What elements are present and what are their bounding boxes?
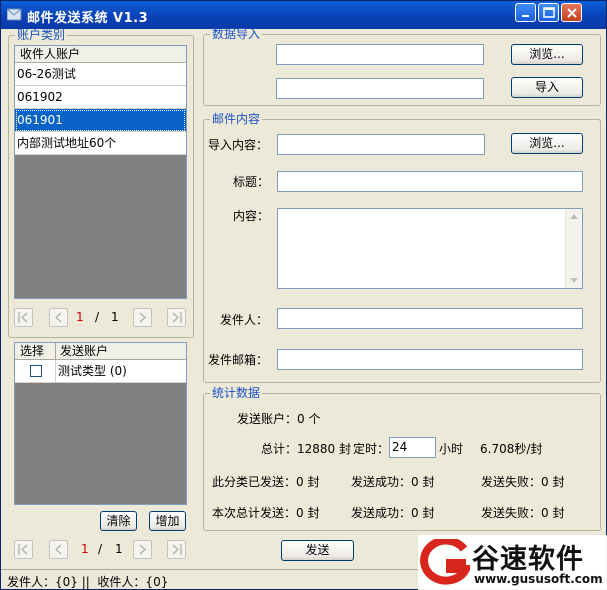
add-button[interactable]: 增加: [149, 511, 186, 531]
category-sent-count: 此分类已发送：0 封: [212, 475, 320, 489]
send-rate: 6.708秒/封: [480, 442, 543, 456]
total-count: 总计：12880 封: [261, 442, 351, 456]
content-label: 内容：: [233, 209, 270, 223]
app-icon: [7, 8, 22, 21]
first-page-icon: [18, 544, 28, 555]
scroll-down-icon[interactable]: [570, 278, 578, 283]
page-separator: /: [98, 542, 103, 556]
import-content-input[interactable]: [277, 134, 485, 155]
import-target-input[interactable]: [276, 78, 484, 99]
close-icon: [567, 8, 577, 18]
table-row[interactable]: 测试类型 (0): [15, 360, 186, 383]
first-page-button[interactable]: [14, 308, 33, 327]
status-text: 发件人：{0} || 收件人：{0}: [7, 575, 169, 589]
last-page-button[interactable]: [167, 540, 186, 559]
window-title: 邮件发送系统 V1.3: [27, 11, 149, 26]
statistics-legend: 统计数据: [212, 386, 261, 400]
sender-account-name: 测试类型 (0): [58, 364, 127, 378]
mail-content-legend: 邮件内容: [212, 112, 261, 126]
last-page-icon: [172, 312, 182, 323]
first-page-icon: [18, 312, 28, 323]
category-success-count: 发送成功：0 封: [351, 475, 435, 489]
content-scrollbar[interactable]: [565, 209, 582, 288]
column-header-sender-account: 发送账户: [60, 344, 109, 358]
subject-label: 标题：: [233, 175, 270, 189]
close-button[interactable]: [561, 3, 582, 22]
data-import-legend: 数据导入: [212, 27, 261, 41]
scroll-up-icon[interactable]: [570, 214, 578, 219]
app-window: 邮件发送系统 V1.3 账户类别 收件人账户 06-26测试 061902 06…: [0, 0, 607, 590]
account-category-legend: 账户类别: [17, 28, 66, 42]
next-page-button[interactable]: [133, 308, 152, 327]
column-header-recipient-account: 收件人账户: [15, 46, 186, 63]
last-page-button[interactable]: [167, 308, 186, 327]
timer-input[interactable]: 24: [389, 437, 436, 458]
minimize-button[interactable]: [515, 3, 536, 22]
maximize-button[interactable]: [538, 3, 559, 22]
hours-label: 小时: [439, 442, 464, 456]
table-header: 选择 发送账户: [15, 343, 186, 360]
sender-label: 发件人：: [220, 313, 269, 327]
category-fail-count: 发送失败：0 封: [481, 475, 565, 489]
watermark-logo: 谷速软件 www.gususoft.com: [418, 535, 607, 590]
list-item[interactable]: 061902: [15, 86, 186, 109]
first-page-button[interactable]: [14, 540, 33, 559]
session-fail-count: 发送失败：0 封: [481, 506, 565, 520]
prev-page-button[interactable]: [49, 308, 68, 327]
content-textarea[interactable]: [277, 208, 583, 289]
maximize-icon: [543, 7, 555, 18]
total-pages: 1: [111, 310, 119, 324]
session-sent-count: 本次总计发送：0 封: [212, 506, 320, 520]
list-item-label: 061902: [17, 90, 63, 104]
next-page-button[interactable]: [133, 540, 152, 559]
brand-name: 谷速软件: [472, 544, 584, 575]
current-page: 1: [76, 310, 84, 324]
column-divider: [55, 343, 56, 360]
import-file-path-input[interactable]: [276, 44, 484, 65]
subject-input[interactable]: [277, 171, 583, 192]
send-button[interactable]: 发送: [281, 540, 354, 561]
chevron-left-icon: [55, 312, 62, 323]
page-separator: /: [95, 310, 100, 324]
list-item-selected[interactable]: 061901: [15, 109, 186, 132]
sender-account-table: 选择 发送账户 测试类型 (0): [14, 342, 187, 505]
chevron-left-icon: [55, 544, 62, 555]
row-checkbox[interactable]: [30, 365, 42, 377]
import-button[interactable]: 导入: [511, 77, 583, 98]
list-item[interactable]: 06-26测试: [15, 63, 186, 86]
browse-content-button[interactable]: 浏览...: [511, 133, 583, 154]
list-item[interactable]: 内部测试地址60个: [15, 132, 186, 155]
chevron-right-icon: [139, 312, 146, 323]
minimize-icon: [522, 15, 529, 17]
account-list: 收件人账户 06-26测试 061902 061901 内部测试地址60个: [14, 45, 187, 299]
chevron-right-icon: [139, 544, 146, 555]
browse-button[interactable]: 浏览...: [511, 44, 583, 65]
prev-page-button[interactable]: [49, 540, 68, 559]
brand-url: www.gususoft.com: [474, 572, 603, 586]
list-item-label: 内部测试地址60个: [17, 136, 117, 150]
current-page: 1: [81, 542, 89, 556]
sender-email-label: 发件邮箱：: [208, 353, 269, 367]
column-divider: [55, 360, 56, 383]
sender-email-input[interactable]: [277, 349, 583, 370]
last-page-icon: [172, 544, 182, 555]
session-success-count: 发送成功：0 封: [351, 506, 435, 520]
timer-label: 定时：: [353, 442, 390, 456]
sender-input[interactable]: [277, 308, 583, 329]
brand-g-icon: [420, 539, 470, 585]
list-item-label: 061901: [17, 113, 63, 127]
total-pages: 1: [115, 542, 123, 556]
clear-button[interactable]: 清除: [100, 511, 137, 531]
import-content-label: 导入内容：: [208, 138, 269, 152]
column-header-select: 选择: [20, 344, 45, 358]
list-item-label: 06-26测试: [17, 67, 76, 81]
send-accounts-count: 发送账户：0 个: [237, 412, 321, 426]
title-bar[interactable]: 邮件发送系统 V1.3: [1, 1, 606, 29]
